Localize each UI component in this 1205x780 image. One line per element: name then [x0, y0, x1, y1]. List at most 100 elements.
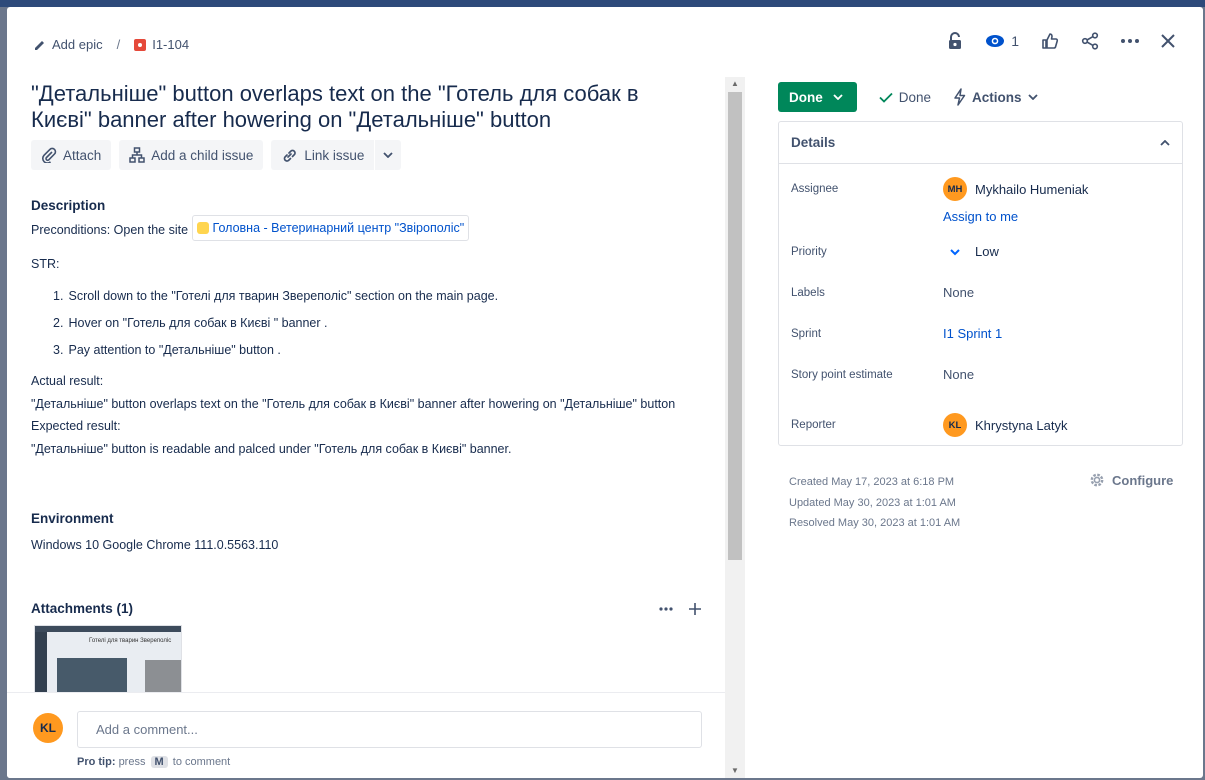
scroll-down-arrow[interactable]: ▼ — [730, 766, 740, 776]
status-button[interactable]: Done — [778, 82, 857, 112]
hierarchy-icon — [129, 147, 146, 163]
scroll-up-arrow[interactable]: ▲ — [730, 79, 740, 89]
expected-result-text: "Детальніше" button is readable and palc… — [31, 441, 512, 456]
actions-button[interactable]: Actions — [953, 88, 1038, 106]
modal-header: Add epic / I1-104 1 — [7, 7, 1203, 77]
actual-result-text: "Детальніше" button overlaps text on the… — [31, 396, 676, 411]
scrollbar-thumb[interactable] — [728, 92, 742, 560]
reporter-value[interactable]: KL Khrystyna Latyk — [943, 413, 1068, 437]
attach-label: Attach — [63, 147, 102, 163]
more-icon[interactable] — [659, 606, 673, 611]
more-actions-button[interactable] — [1121, 39, 1139, 43]
labels-label: Labels — [791, 286, 825, 299]
resolution-label: Done — [898, 89, 932, 105]
header-actions: 1 — [947, 32, 1175, 50]
chevron-down-icon — [833, 94, 843, 100]
details-panel: Details Assignee MH Mykhailo Humeniak As… — [778, 121, 1183, 446]
preconditions-text: Preconditions: Open the site — [31, 223, 189, 237]
configure-button[interactable]: Configure — [1088, 471, 1173, 489]
toolbar-more-dropdown[interactable] — [375, 140, 402, 170]
list-item: 1. Scroll down to the "Готелі для тварин… — [53, 289, 499, 303]
attachment-thumbnail[interactable]: Готелі для тварин Звереполіс — [34, 625, 182, 693]
lock-icon — [949, 32, 962, 49]
link-issue-button[interactable]: Link issue — [271, 140, 375, 170]
plus-icon[interactable] — [689, 602, 701, 615]
add-epic-link[interactable]: Add epic — [34, 37, 103, 52]
sprint-value[interactable]: I1 Sprint 1 — [943, 326, 1002, 341]
paperclip-icon — [41, 147, 57, 163]
reporter-label: Reporter — [791, 419, 836, 431]
resolution-indicator: Done — [879, 90, 931, 105]
gear-icon — [1090, 473, 1104, 487]
assign-to-me-link[interactable]: Assign to me — [943, 209, 1018, 224]
avatar: MH — [943, 177, 967, 201]
actions-label: Actions — [972, 89, 1022, 105]
breadcrumb: Add epic / I1-104 — [34, 37, 189, 52]
issue-toolbar: Attach Add a child issue Link issue — [31, 140, 402, 170]
breadcrumb-separator: / — [116, 37, 121, 52]
priority-field[interactable]: Priority Low — [791, 244, 1171, 259]
assignee-field[interactable]: Assignee MH Mykhailo Humeniak — [791, 177, 1171, 201]
close-icon — [1161, 34, 1175, 48]
preconditions-line: Preconditions: Open the site Головна - В… — [31, 215, 681, 241]
str-label: STR: — [31, 257, 60, 271]
configure-label: Configure — [1112, 472, 1174, 488]
issue-key-link[interactable]: I1-104 — [134, 37, 189, 52]
avatar: KL — [33, 713, 63, 743]
environment-section[interactable]: Environment Windows 10 Google Chrome 111… — [31, 511, 278, 552]
site-favicon-icon — [196, 222, 209, 234]
site-smartlink[interactable]: Головна - Ветеринарний центр "Звірополіс… — [191, 215, 470, 241]
priority-low-icon — [950, 248, 960, 255]
priority-value[interactable]: Low — [943, 244, 999, 259]
updated-date: Updated May 30, 2023 at 1:01 AM — [789, 496, 956, 509]
labels-value[interactable]: None — [943, 285, 974, 300]
main-scrollbar[interactable]: ▲ ▼ — [725, 77, 745, 778]
vote-button[interactable] — [1041, 32, 1059, 50]
link-icon — [284, 149, 297, 162]
pro-tip: Pro tip: press M to comment — [77, 756, 231, 768]
share-button[interactable] — [1081, 32, 1099, 50]
details-header[interactable]: Details — [779, 122, 1182, 164]
add-child-label: Add a child issue — [151, 147, 254, 163]
attach-button[interactable]: Attach — [31, 140, 112, 170]
add-child-issue-button[interactable]: Add a child issue — [119, 140, 264, 170]
thumbs-up-icon — [1042, 33, 1059, 49]
environment-heading: Environment — [31, 511, 114, 526]
more-icon — [1121, 39, 1139, 43]
story-points-field[interactable]: Story point estimate None — [791, 367, 1171, 382]
backdrop — [0, 0, 1205, 7]
description-section[interactable]: Description Preconditions: Open the site… — [31, 198, 681, 460]
issue-main-panel: "Детальніше" button overlaps text on the… — [7, 77, 725, 778]
share-icon — [1081, 32, 1099, 50]
pencil-icon — [35, 40, 44, 50]
check-icon — [879, 92, 893, 103]
results-block: Actual result: "Детальніше" button overl… — [31, 370, 681, 460]
details-heading: Details — [791, 135, 836, 150]
sprint-field[interactable]: Sprint I1 Sprint 1 — [791, 326, 1171, 341]
issue-title[interactable]: "Детальніше" button overlaps text on the… — [31, 81, 691, 133]
steps-list: 1. Scroll down to the "Готелі для тварин… — [31, 283, 681, 364]
comment-input[interactable]: Add a comment... — [77, 711, 702, 748]
eye-icon — [986, 35, 1005, 47]
bug-icon — [134, 38, 147, 51]
sprint-label: Sprint — [791, 327, 822, 340]
assignee-name: Mykhailo Humeniak — [975, 181, 1089, 197]
reporter-name: Khrystyna Latyk — [975, 417, 1068, 433]
reporter-field[interactable]: Reporter KL Khrystyna Latyk — [791, 413, 1171, 437]
chevron-down-icon — [383, 152, 394, 158]
issue-key: I1-104 — [152, 37, 190, 52]
attachments-actions — [659, 602, 701, 615]
assignee-value[interactable]: MH Mykhailo Humeniak — [943, 177, 1088, 201]
labels-field[interactable]: Labels None — [791, 285, 1171, 300]
add-epic-label: Add epic — [52, 37, 103, 52]
restrictions-button[interactable] — [947, 32, 963, 50]
status-row: Done Done Actions — [778, 82, 1038, 112]
environment-value: Windows 10 Google Chrome 111.0.5563.110 — [31, 538, 279, 552]
story-points-value[interactable]: None — [943, 367, 974, 382]
story-points-label: Story point estimate — [791, 368, 893, 381]
watch-button[interactable]: 1 — [985, 33, 1019, 49]
resolved-date: Resolved May 30, 2023 at 1:01 AM — [789, 517, 961, 529]
shortcut-key: M — [150, 756, 168, 768]
issue-modal: Add epic / I1-104 1 "Детальніше" button … — [7, 7, 1203, 778]
close-button[interactable] — [1161, 34, 1175, 48]
